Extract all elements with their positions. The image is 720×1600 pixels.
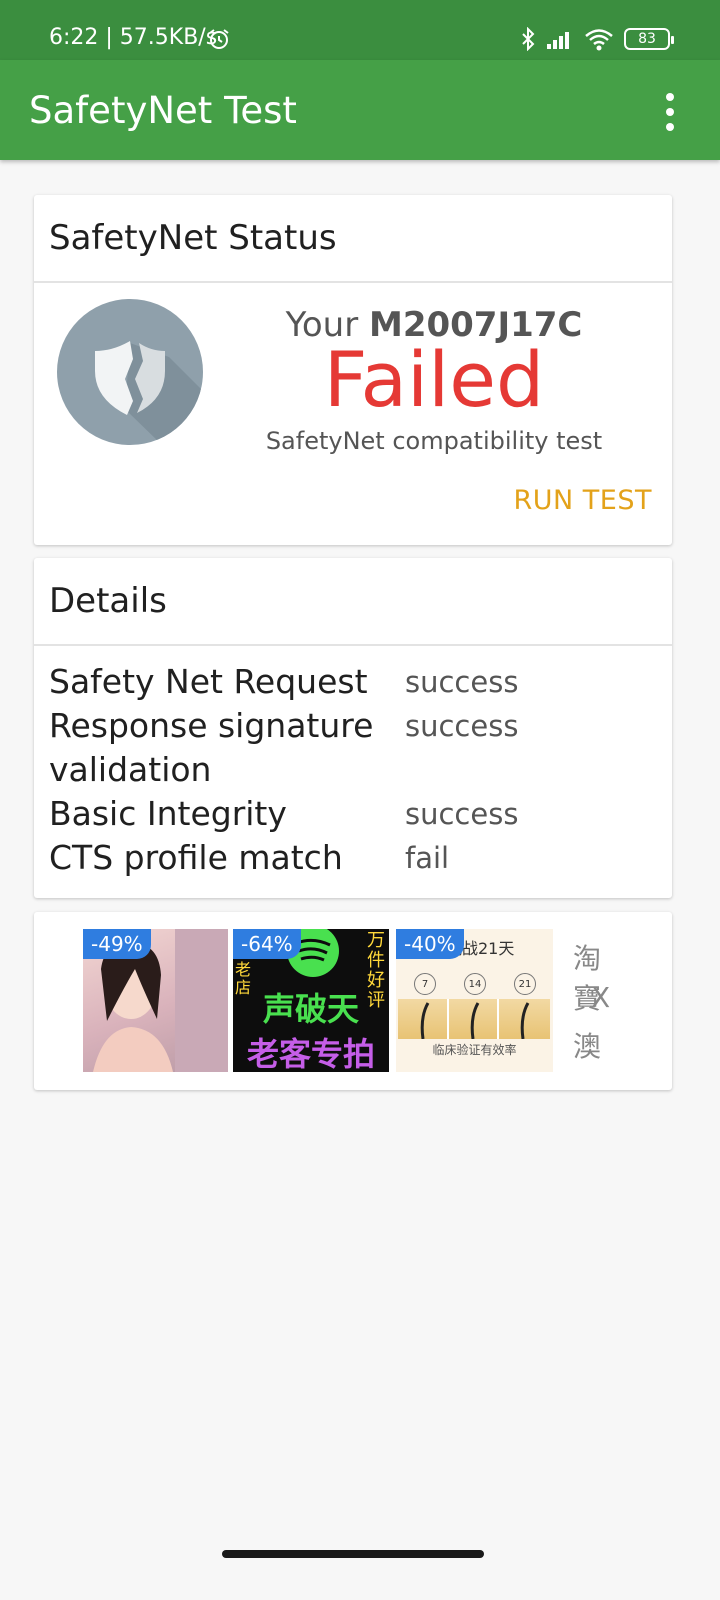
ad-strip[interactable]: -49% -64% 老店 万件好评 声破天 老客专拍 挑战21天 7 14 21 [83,929,625,1072]
ad-tile-4[interactable]: 淘寶 X 澳門 [559,929,625,1072]
detail-value: success [405,709,519,743]
ad-text-line: X [591,981,611,1014]
gesture-nav-bar[interactable] [222,1550,484,1558]
safetynet-status-card: SafetyNet Status Your M2007J17C Failed S… [34,195,672,545]
discount-badge: -64% [233,929,301,959]
broken-shield-icon [57,299,203,445]
detail-label: Basic Integrity [49,794,287,833]
step-badge: 14 [464,973,486,995]
detail-label: Response signature validation [49,706,374,789]
ad-tile-2[interactable]: -64% 老店 万件好评 声破天 老客专拍 [233,929,389,1072]
detail-row-request: Safety Net Request success [49,660,649,704]
status-card-heading: SafetyNet Status [34,195,672,283]
app-title: SafetyNet Test [29,89,297,132]
test-subtitle: SafetyNet compatibility test [265,427,603,455]
ad-tile-3[interactable]: 挑战21天 7 14 21 临床验证有效率 -40% [396,929,553,1072]
details-card-heading: Details [34,558,672,646]
status-bar: 6:22 | 57.5KB/s 83 [0,0,720,60]
step-badge: 7 [414,973,436,995]
test-result: Failed [323,335,545,424]
ad-banner-card: -49% -64% 老店 万件好评 声破天 老客专拍 挑战21天 7 14 21 [34,912,672,1090]
wifi-icon [585,29,613,51]
overflow-menu-icon[interactable] [658,93,682,131]
ad-headline: 声破天 [262,990,359,1028]
battery-level: 83 [638,31,656,47]
detail-row-signature: Response signature validation success [49,704,649,792]
hair-illustration [398,999,550,1040]
step-badge: 21 [514,973,536,995]
details-list: Safety Net Request success Response sign… [49,660,649,880]
run-test-button[interactable]: RUN TEST [514,485,653,516]
details-card: Details Safety Net Request success Respo… [34,558,672,898]
detail-value: fail [405,841,450,875]
ad-footer-text: 临床验证有效率 [432,1043,517,1057]
app-bar: SafetyNet Test [0,60,720,160]
discount-badge: -40% [396,929,464,959]
alarm-icon [209,29,229,49]
ad-step-icons: 7 14 21 [400,973,550,995]
ad-subheadline: 老客专拍 [246,1035,375,1072]
signal-icon [547,32,569,49]
detail-row-integrity: Basic Integrity success [49,792,649,836]
battery-icon: 83 [624,28,674,50]
bluetooth-icon [522,27,535,51]
detail-label: CTS profile match [49,838,343,877]
detail-label: Safety Net Request [49,662,368,701]
detail-row-cts: CTS profile match fail [49,836,649,880]
status-time: 6:22 | 57.5KB/s [49,25,218,50]
detail-value: success [405,665,519,699]
detail-value: success [405,797,519,831]
ad-text-line: 澳門 [573,1030,602,1072]
discount-badge: -49% [83,929,151,959]
ad-tile-1[interactable]: -49% [83,929,228,1072]
